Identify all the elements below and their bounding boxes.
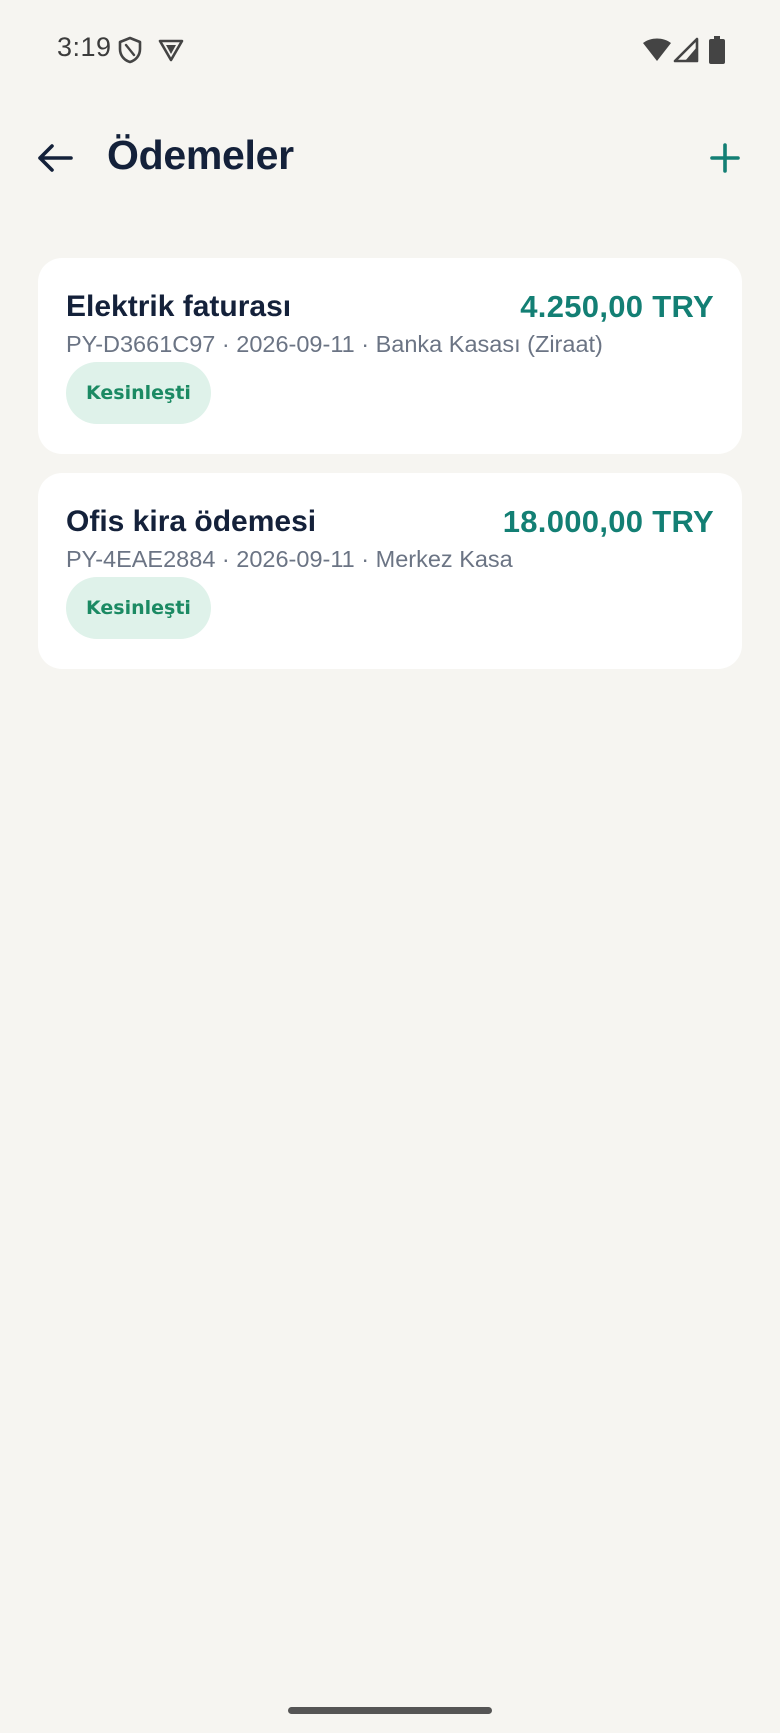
arrow-left-icon xyxy=(38,144,73,172)
vpn-badge-icon xyxy=(157,36,185,64)
payment-card[interactable]: Ofis kira ödemesi 18.000,00 TRY PY-4EAE2… xyxy=(38,473,742,669)
payment-meta: PY-D3661C97 · 2026-09-11 · Banka Kasası … xyxy=(66,331,603,357)
payment-amount: 4.250,00 TRY xyxy=(520,289,714,324)
status-bar: 3:19 xyxy=(0,0,780,98)
payment-title: Ofis kira ödemesi xyxy=(66,505,317,538)
shield-icon xyxy=(116,36,144,64)
battery-icon xyxy=(707,36,727,64)
status-badge: Kesinleşti xyxy=(66,362,211,424)
plus-icon xyxy=(710,143,740,173)
signal-icon xyxy=(673,36,699,64)
payment-list: Elektrik faturası 4.250,00 TRY PY-D3661C… xyxy=(38,258,742,688)
payment-amount: 18.000,00 TRY xyxy=(502,504,714,539)
status-badge: Kesinleşti xyxy=(66,577,211,639)
payment-card[interactable]: Elektrik faturası 4.250,00 TRY PY-D3661C… xyxy=(38,258,742,454)
payment-meta: PY-4EAE2884 · 2026-09-11 · Merkez Kasa xyxy=(66,546,513,572)
app-bar: Ödemeler xyxy=(0,118,780,198)
status-time: 3:19 xyxy=(57,32,112,62)
wifi-icon xyxy=(642,36,672,64)
payment-title: Elektrik faturası xyxy=(66,290,292,323)
add-payment-button[interactable] xyxy=(700,133,750,183)
home-indicator[interactable] xyxy=(288,1707,492,1714)
back-button[interactable] xyxy=(30,133,80,183)
page-title: Ödemeler xyxy=(107,132,294,178)
